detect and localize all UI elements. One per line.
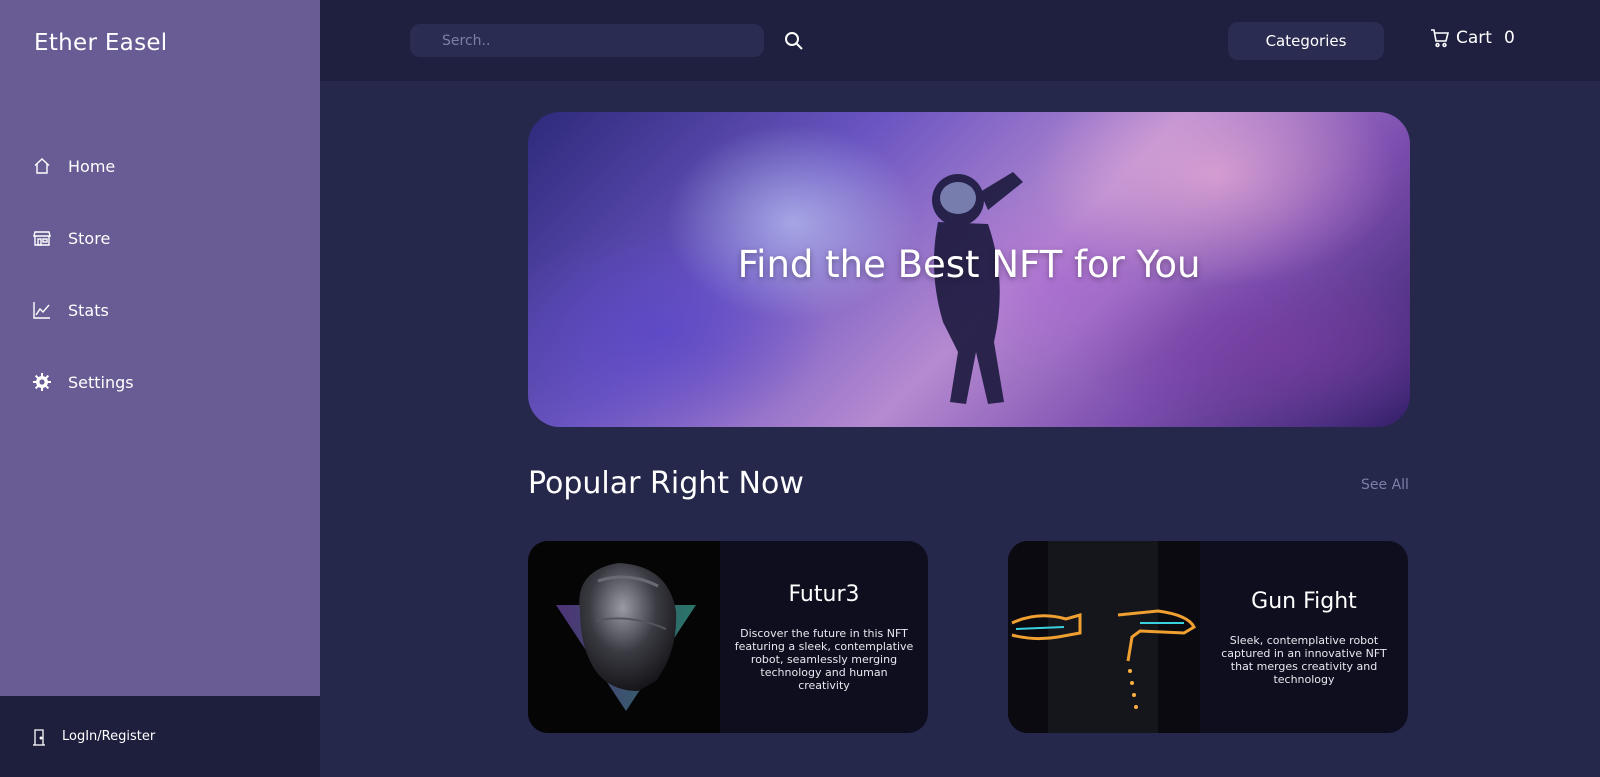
sidebar-item-label: Stats [68, 300, 109, 320]
nft-card[interactable]: Gun Fight Sleek, contemplative robot cap… [1008, 541, 1408, 733]
nft-card-info: Gun Fight Sleek, contemplative robot cap… [1200, 541, 1408, 733]
cart-count: 0 [1503, 28, 1515, 48]
login-register-label: LogIn/Register [62, 729, 156, 744]
login-register-button[interactable]: LogIn/Register [0, 696, 320, 777]
search-icon[interactable] [782, 29, 806, 53]
sidebar-item-store[interactable]: Store [0, 202, 320, 274]
nft-card-description: Sleek, contemplative robot captured in a… [1221, 633, 1387, 686]
categories-button[interactable]: Categories [1228, 22, 1384, 60]
cart-button[interactable]: Cart 0 [1430, 28, 1515, 48]
nft-card[interactable]: Futur3 Discover the future in this NFT f… [528, 541, 928, 733]
nft-card-info: Futur3 Discover the future in this NFT f… [720, 541, 928, 733]
cart-label: Cart [1456, 28, 1492, 48]
sidebar-item-label: Home [68, 156, 116, 176]
chart-icon [32, 300, 52, 320]
sidebar-item-home[interactable]: Home [0, 130, 320, 202]
sidebar-item-label: Settings [68, 372, 134, 392]
nft-card-title: Gun Fight [1251, 588, 1357, 614]
brand-logo[interactable]: Ether Easel [34, 30, 168, 56]
gear-icon [32, 372, 52, 392]
store-icon [32, 228, 52, 248]
section-title: Popular Right Now [528, 466, 804, 501]
hero-banner[interactable]: Find the Best NFT for You [528, 112, 1410, 427]
door-icon [32, 728, 48, 746]
sidebar-item-label: Store [68, 228, 111, 248]
nft-card-title: Futur3 [788, 582, 860, 607]
sidebar-nav: Home Store Stats Settings [0, 130, 320, 418]
hero-title: Find the Best NFT for You [737, 243, 1201, 286]
top-bar: Categories Cart 0 [320, 0, 1600, 81]
cart-icon [1430, 28, 1450, 48]
sidebar-item-settings[interactable]: Settings [0, 346, 320, 418]
nft-image-robot-hands [1008, 541, 1200, 733]
nft-image-robot-head [528, 541, 720, 733]
nft-card-description: Discover the future in this NFT featurin… [734, 627, 914, 692]
search-input[interactable] [410, 24, 764, 57]
sidebar: Ether Easel Home Store Stats Settings Lo… [0, 0, 320, 777]
see-all-link[interactable]: See All [1361, 477, 1409, 493]
home-icon [32, 156, 52, 176]
sidebar-item-stats[interactable]: Stats [0, 274, 320, 346]
app-root: Ether Easel Home Store Stats Settings Lo… [0, 0, 1600, 777]
